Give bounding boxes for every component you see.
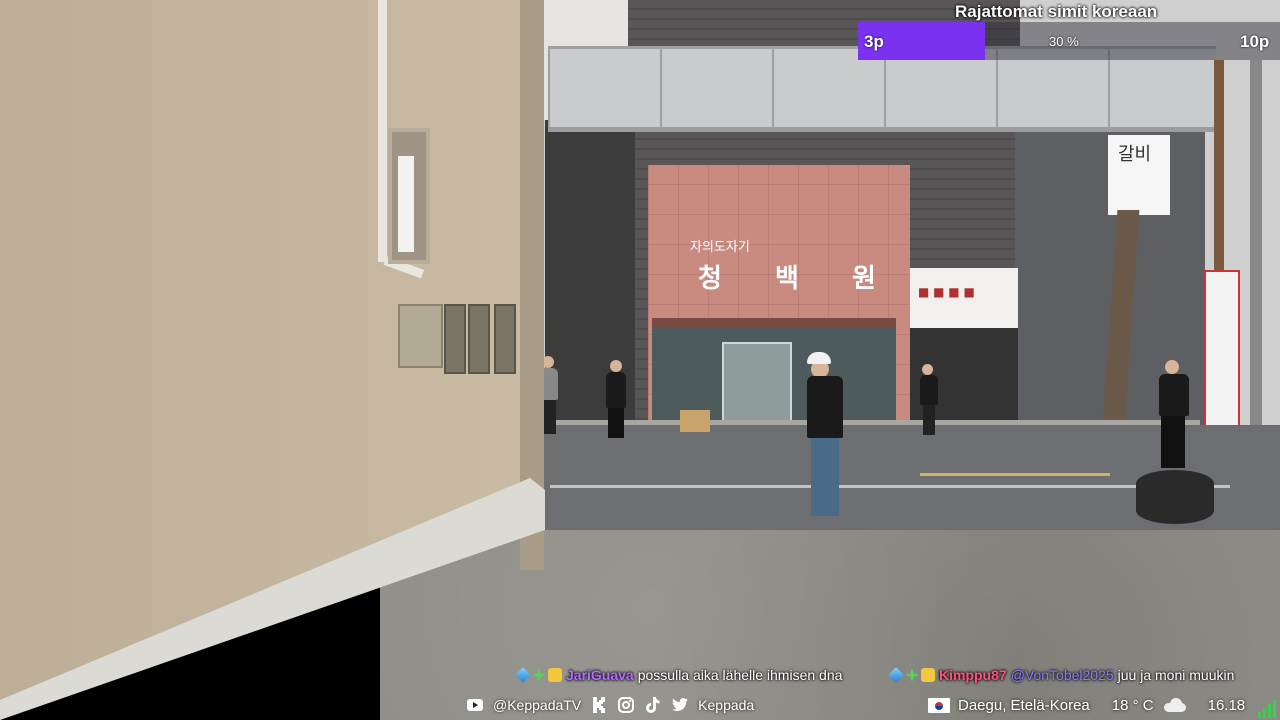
goal-percent: 30 % — [1049, 34, 1079, 49]
gas-meters — [398, 300, 520, 376]
clock-text: 16.18 — [1207, 696, 1246, 714]
shop-sign-small: 자의도자기 — [690, 240, 750, 255]
kick-icon[interactable] — [590, 696, 608, 714]
chat-badges — [888, 667, 935, 683]
planter — [1136, 470, 1214, 524]
shop-door — [722, 342, 792, 422]
sparkle-badge-icon — [532, 668, 546, 682]
goal-title: Rajattomat simit koreaan — [955, 2, 1158, 21]
chat-badges — [515, 667, 562, 683]
signal-strength-icon — [1258, 698, 1278, 718]
man-in-cap — [805, 352, 861, 522]
stream-info: Daegu, Etelä-Korea 18 ° C 16.18 — [928, 690, 1245, 720]
wall-window — [388, 128, 430, 264]
drain-pipe — [378, 0, 387, 262]
social-links: @KeppadaTV Keppada — [466, 690, 754, 720]
chat-text: possulla aika lähelle ihmisen dna — [637, 667, 843, 683]
chat-message: Kimppu87 @VonTobel2025 juu ja moni muuki… — [888, 664, 1235, 686]
pedestrian — [600, 360, 634, 440]
shop-white-sign: ■ ■ ■ ■ — [918, 285, 975, 299]
video-frame: 자의도자기 청 백 원 ■ ■ ■ ■ 갈비 — [0, 0, 1280, 720]
cube-badge-icon — [888, 667, 904, 683]
goal-end-label: 10p — [1240, 32, 1270, 51]
galbi-sign: 갈비 — [1108, 135, 1170, 215]
twitter-handle[interactable]: Keppada — [698, 697, 754, 713]
chat-mention[interactable]: @VonTobel2025 — [1011, 667, 1114, 683]
chat-username[interactable]: JariGuava — [566, 667, 634, 683]
youtube-handle[interactable]: @KeppadaTV — [493, 697, 581, 713]
goal-start-label: 3p — [864, 32, 884, 51]
smile-badge-icon — [921, 668, 935, 682]
shop-sign: 청 백 원 — [698, 264, 898, 294]
sparkle-badge-icon — [905, 668, 919, 682]
chat-text: juu ja moni muukin — [1117, 667, 1235, 683]
twitter-icon[interactable] — [671, 696, 689, 714]
smile-badge-icon — [548, 668, 562, 682]
temperature-text: 18 ° C — [1111, 696, 1154, 714]
tiktok-icon[interactable] — [644, 696, 662, 714]
instagram-icon[interactable] — [617, 696, 635, 714]
bottom-bar: @KeppadaTV Keppada Daegu, Etelä-Korea 18… — [0, 690, 1280, 720]
chat-message: JariGuava possulla aika lähelle ihmisen … — [515, 664, 843, 686]
location-text: Daegu, Etelä-Korea — [958, 696, 1090, 714]
stream-view: 자의도자기 청 백 원 ■ ■ ■ ■ 갈비 Rajattomat simit … — [0, 0, 1280, 720]
south-korea-flag-icon — [928, 697, 950, 713]
cube-badge-icon — [515, 667, 531, 683]
cloud-icon — [1162, 698, 1188, 712]
cardboard-box — [680, 410, 710, 432]
youtube-icon[interactable] — [466, 696, 484, 714]
pedestrian — [1155, 360, 1201, 470]
pedestrian — [918, 364, 940, 436]
chat-username[interactable]: Kimppu87 — [939, 667, 1007, 683]
